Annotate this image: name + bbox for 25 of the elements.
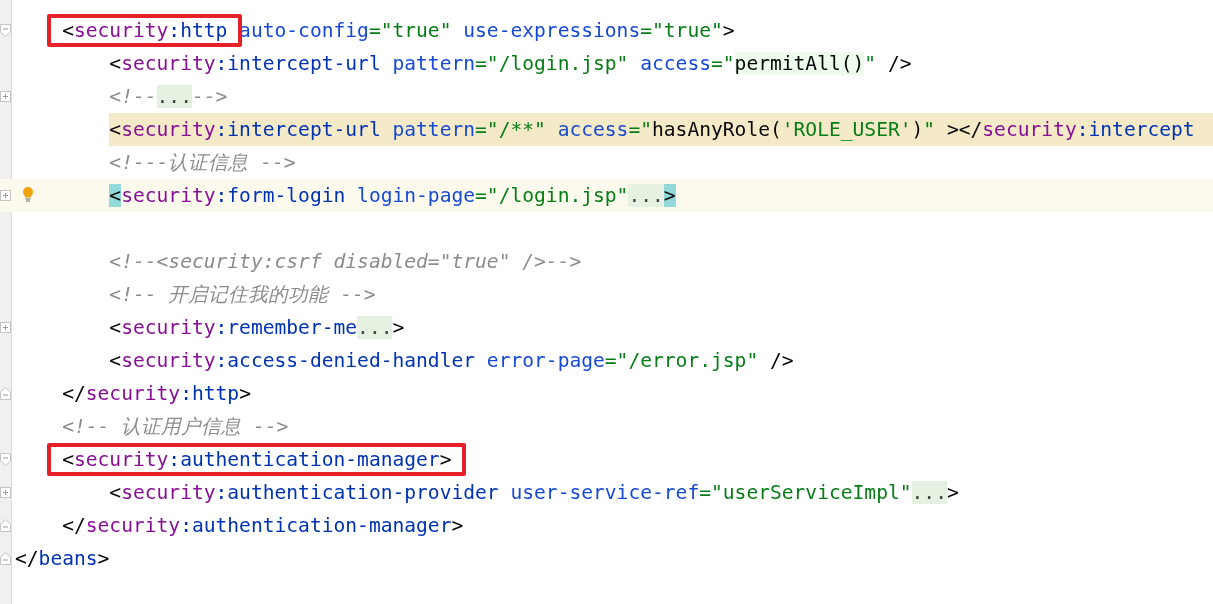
code-line: <!-- 认证用户信息 --> xyxy=(62,414,289,440)
code-line: <security:remember-me...> xyxy=(109,315,405,341)
code-line: <security:http auto-config="true" use-expressions="true"> xyxy=(62,18,735,44)
code-line: <security:form-login login-page="/login.jsp"...> xyxy=(109,183,676,209)
fold-collapse-icon[interactable] xyxy=(0,24,11,37)
code-line: <!---认证信息 --> xyxy=(109,150,296,176)
code-line: <!--...--> xyxy=(109,84,228,110)
code-line: <!--<security:csrf disabled="true" />--> xyxy=(109,249,582,275)
code-line: </security:http> xyxy=(62,381,251,407)
fold-collapse-icon[interactable] xyxy=(0,519,11,532)
fold-collapse-icon[interactable] xyxy=(0,453,11,466)
code-line: <!-- 开启记住我的功能 --> xyxy=(109,282,376,308)
fold-expand-icon[interactable] xyxy=(0,486,11,499)
fold-collapse-icon[interactable] xyxy=(0,552,11,565)
code-line: </security:authentication-manager> xyxy=(62,513,464,539)
fold-expand-icon[interactable] xyxy=(0,321,11,334)
code-line: </beans> xyxy=(15,546,110,572)
fold-expand-icon[interactable] xyxy=(0,189,11,202)
fold-collapse-icon[interactable] xyxy=(0,387,11,400)
code-line: <security:access-denied-handler error-page="/error.jsp" /> xyxy=(109,348,794,374)
code-line: <security:authentication-manager> xyxy=(62,447,452,473)
lightbulb-icon[interactable] xyxy=(22,186,34,203)
fold-expand-icon[interactable] xyxy=(0,90,11,103)
code-line: <security:authentication-provider user-service-ref="userServiceImpl"...> xyxy=(109,480,959,506)
code-line: <security:intercept-url pattern="/login.jsp" access="permitAll()" /> xyxy=(109,51,912,77)
